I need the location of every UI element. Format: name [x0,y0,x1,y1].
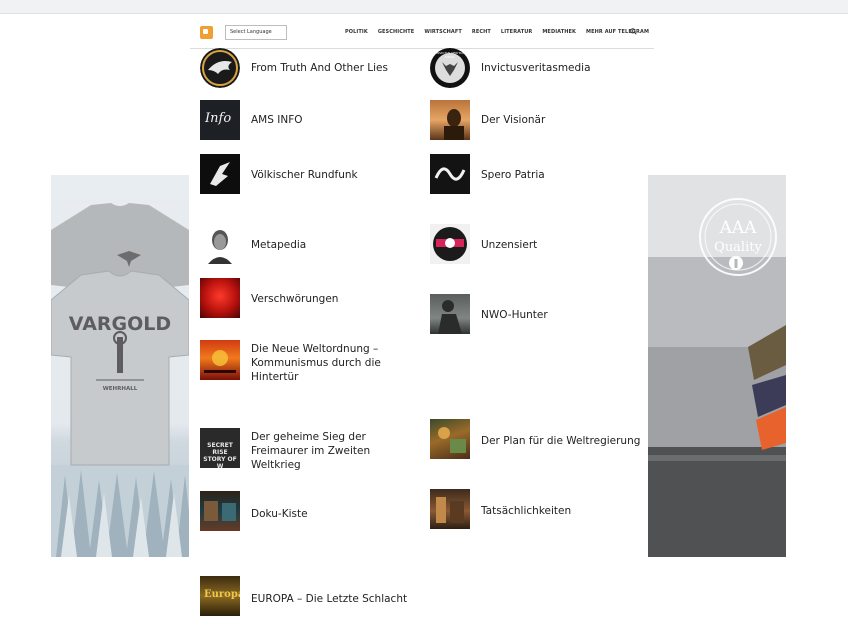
thumb-text: Info [205,111,232,126]
channel-thumbnail[interactable] [430,489,470,529]
search-icon[interactable] [630,28,637,35]
channel-thumbnail[interactable] [200,340,240,380]
entry-title[interactable]: Der Plan für die Weltregierung [481,434,641,448]
nav-item-politik[interactable]: POLITIK [345,29,368,35]
eagle-logo-icon [200,48,240,88]
quality-badge-line1: AAA [719,218,758,238]
channel-thumbnail[interactable]: Info [200,100,240,140]
fabric-ad-image: AAA Quality [648,175,786,557]
thumb-text: SECRET RISE STORY OF W [203,442,237,468]
tatsaechlichkeiten-image [436,497,464,523]
entry-title[interactable]: Verschwörungen [251,292,411,306]
entry-title[interactable]: Die Neue Weltordnung – Kommunismus durch… [251,342,411,384]
nav-item-geschichte[interactable]: GESCHICHTE [378,29,415,35]
channel-thumbnail[interactable] [200,278,240,318]
entry-title[interactable]: Metapedia [251,238,411,252]
visionaer-image [444,109,464,140]
list-item[interactable]: Doku-Kiste [200,491,411,531]
site-logo[interactable] [200,26,213,39]
channel-thumbnail[interactable] [200,154,240,194]
entry-title[interactable]: Der Visionär [481,113,641,127]
channel-thumbnail[interactable] [430,294,470,334]
list-item[interactable]: Der Plan für die Weltregierung [430,419,641,459]
thumb-text: Europa [204,589,240,600]
list-item[interactable]: Europa EUROPA – Die Letzte Schlacht [200,576,411,616]
entry-title[interactable]: From Truth And Other Lies [251,61,411,75]
doku-kiste-image [204,501,236,521]
nav-item-recht[interactable]: RECHT [472,29,491,35]
entry-title[interactable]: EUROPA – Die Letzte Schlacht [251,592,411,606]
weltregierung-image [438,427,466,453]
quality-badge-line2: Quality [714,240,762,255]
entry-title[interactable]: Spero Patria [481,168,641,182]
list-item[interactable]: Spero Patria [430,154,641,194]
list-item[interactable]: Metapedia [200,224,411,264]
soldier-image [438,300,462,334]
browser-top-strip [0,0,848,14]
list-item[interactable]: INVICTUS VERITAS MEDIA Invictusveritasme… [430,48,641,88]
list-item[interactable]: SECRET RISE STORY OF W Der geheime Sieg … [200,428,411,472]
channel-thumbnail[interactable] [200,48,240,88]
channel-thumbnail[interactable] [430,419,470,459]
list-item[interactable]: Der Visionär [430,100,641,140]
entry-title[interactable]: Tatsächlichkeiten [481,504,641,518]
nav-item-mediathek[interactable]: MEDIATHEK [542,29,576,35]
list-item[interactable]: Unzensiert [430,224,641,264]
rune-logo-icon [210,162,230,186]
channel-thumbnail[interactable]: INVICTUS VERITAS MEDIA [430,48,470,88]
entry-title[interactable]: AMS INFO [251,113,411,127]
unzensiert-logo-icon [433,227,467,261]
ad-banner-right[interactable]: AAA Quality [648,175,786,557]
entry-title[interactable]: Völkischer Rundfunk [251,168,411,182]
entry-title[interactable]: NWO-Hunter [481,308,641,322]
entry-title[interactable]: Doku-Kiste [251,507,411,521]
channel-thumbnail[interactable] [200,224,240,264]
nav-item-telegram[interactable]: MEHR AUF TELEGRAM [586,29,649,35]
entry-title[interactable]: Unzensiert [481,238,641,252]
entry-title[interactable]: Invictusveritasmedia [481,61,641,75]
channel-thumbnail[interactable]: SECRET RISE STORY OF W [200,428,240,468]
portrait-image [208,230,232,264]
list-item[interactable]: Völkischer Rundfunk [200,154,411,194]
list-item[interactable]: From Truth And Other Lies [200,48,411,88]
ad-subtitle-text: WEHRHALL [103,386,138,392]
wave-logo-icon [434,167,466,181]
site-navbar: Select Language POLITIK GESCHICHTE WIRTS… [190,19,654,49]
list-item[interactable]: Tatsächlichkeiten [430,489,641,529]
list-item[interactable]: Info AMS INFO [200,100,411,140]
language-select[interactable]: Select Language [225,25,287,40]
thumb-text: INVICTUS VERITAS MEDIA [436,51,464,59]
entry-title[interactable]: Der geheime Sieg der Freimaurer im Zweit… [251,430,411,472]
nav-item-literatur[interactable]: LITERATUR [501,29,532,35]
nav-menu: POLITIK GESCHICHTE WIRTSCHAFT RECHT LITE… [345,29,659,35]
channel-thumbnail[interactable] [430,224,470,264]
nav-item-wirtschaft[interactable]: WIRTSCHAFT [424,29,462,35]
channel-thumbnail[interactable] [200,491,240,531]
channel-thumbnail[interactable]: Europa [200,576,240,616]
channel-thumbnail[interactable] [430,100,470,140]
tshirt-ad-image: VARGOLD WEHRHALL [51,203,189,557]
list-item[interactable]: Verschwörungen [200,278,411,318]
ad-banner-left[interactable]: VARGOLD WEHRHALL [51,175,189,557]
list-item[interactable]: NWO-Hunter [430,294,641,334]
list-item[interactable]: Die Neue Weltordnung – Kommunismus durch… [200,340,411,384]
channel-thumbnail[interactable] [430,154,470,194]
nwo-thumbnail-image [204,350,236,373]
